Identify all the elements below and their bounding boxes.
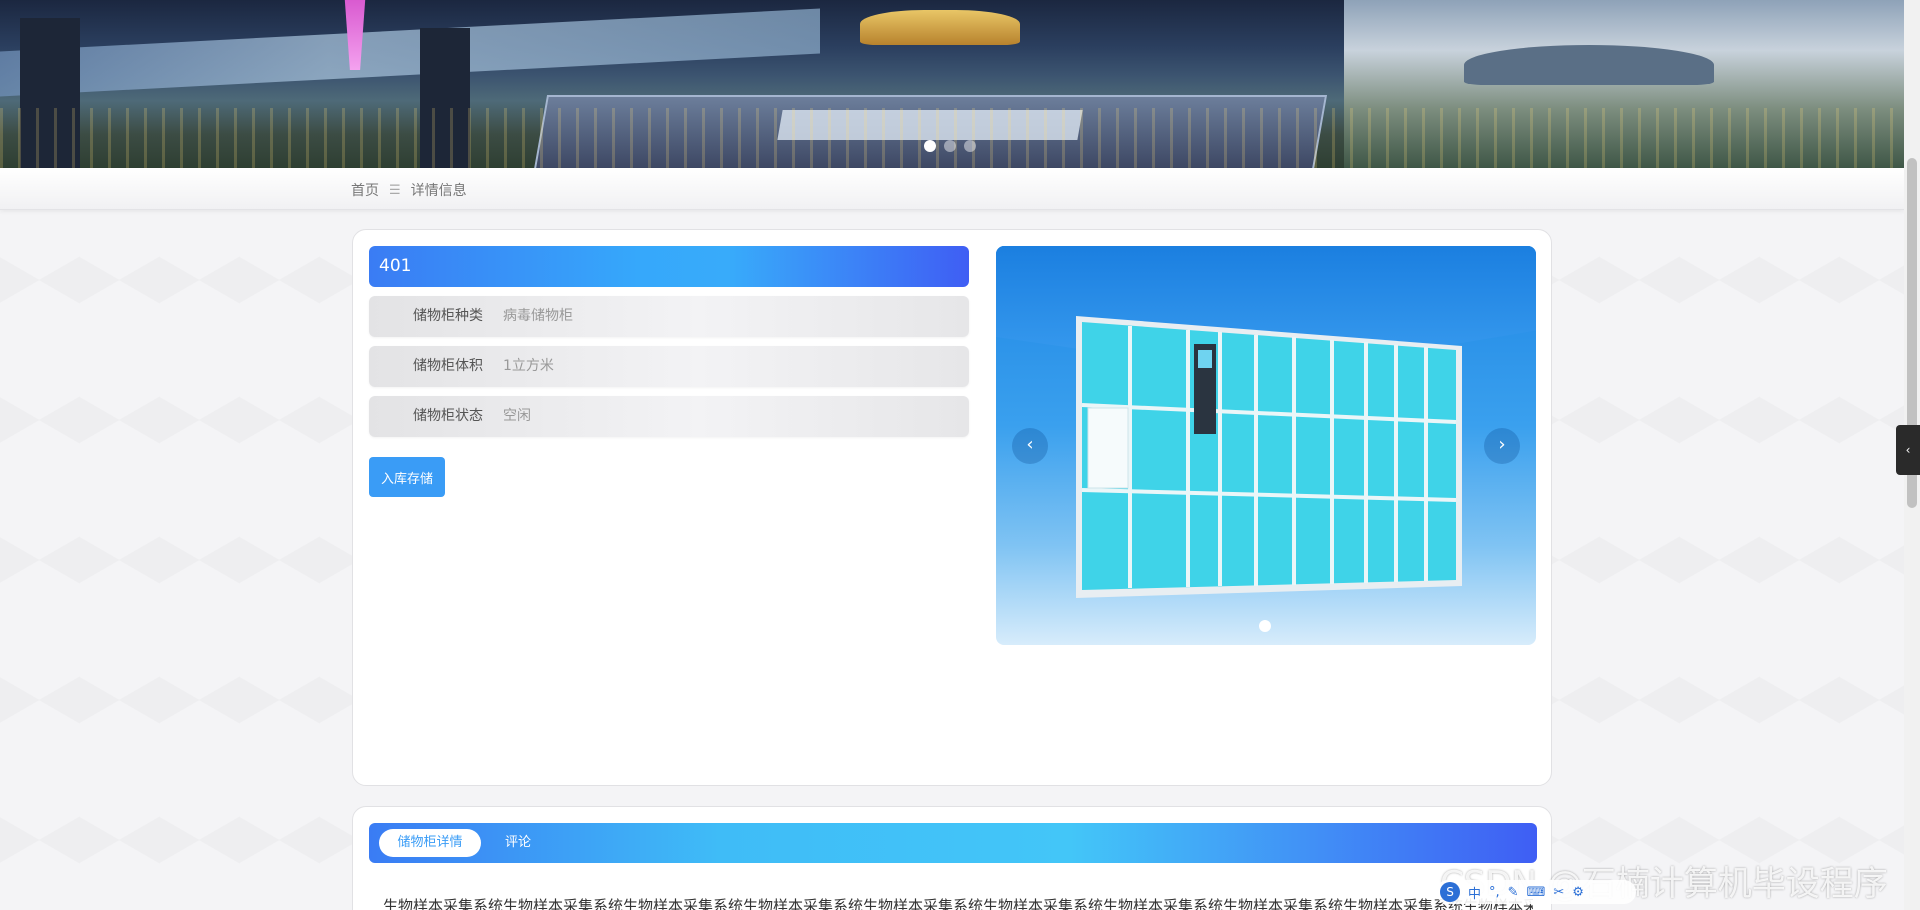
field-locker-volume: 储物柜体积 1立方米 bbox=[369, 346, 969, 387]
tabs-card: 储物柜详情 评论 生物样本采集系统生物样本采集系统生物样本采集系统生物样本采集系… bbox=[352, 806, 1552, 910]
tab-locker-details[interactable]: 储物柜详情 bbox=[379, 829, 481, 857]
carousel-dot-1[interactable] bbox=[1259, 620, 1271, 632]
detail-card: 401 储物柜种类 病毒储物柜 储物柜体积 1立方米 储物柜状态 空闲 入库存储 bbox=[352, 229, 1552, 786]
locker-illustration bbox=[1076, 316, 1462, 598]
ime-toolbar[interactable]: S 中 °, ✎ ⌨ ✂ ⚙ bbox=[1436, 880, 1636, 904]
banner-river-image bbox=[0, 8, 820, 97]
ime-keyboard-icon[interactable]: ⌨ bbox=[1527, 885, 1546, 900]
hero-banner bbox=[0, 0, 1904, 168]
banner-dot-2[interactable] bbox=[944, 140, 956, 152]
image-carousel: ‹ › bbox=[996, 246, 1536, 645]
ime-logo-icon[interactable]: S bbox=[1440, 882, 1460, 902]
carousel-prev-icon[interactable]: ‹ bbox=[1012, 428, 1048, 464]
breadcrumb-bar: 首页 ☰ 详情信息 bbox=[0, 168, 1904, 210]
banner-dot-3[interactable] bbox=[964, 140, 976, 152]
carousel-next-icon[interactable]: › bbox=[1484, 428, 1520, 464]
locker-image bbox=[1070, 310, 1468, 598]
ime-skin-icon[interactable]: ✂ bbox=[1553, 885, 1564, 900]
side-panel-toggle-icon[interactable]: ‹ bbox=[1896, 425, 1920, 475]
ime-pen-icon[interactable]: ✎ bbox=[1508, 885, 1519, 900]
locker-title: 401 bbox=[369, 246, 969, 287]
tab-comments[interactable]: 评论 bbox=[505, 829, 531, 857]
ime-settings-icon[interactable]: ⚙ bbox=[1572, 885, 1584, 900]
field-value: 空闲 bbox=[503, 408, 531, 424]
field-locker-status: 储物柜状态 空闲 bbox=[369, 396, 969, 437]
banner-pagination bbox=[924, 140, 976, 152]
breadcrumb-separator-icon: ☰ bbox=[389, 182, 401, 198]
field-label: 储物柜种类 bbox=[413, 308, 483, 324]
field-label: 储物柜状态 bbox=[413, 408, 483, 424]
tab-bar: 储物柜详情 评论 bbox=[369, 823, 1537, 863]
ime-punctuation-icon[interactable]: °, bbox=[1489, 885, 1500, 900]
locker-description: 生物样本采集系统生物样本采集系统生物样本采集系统生物样本采集系统生物样本采集系统… bbox=[383, 897, 1533, 910]
breadcrumb: 首页 ☰ 详情信息 bbox=[351, 180, 467, 200]
ime-mode[interactable]: 中 bbox=[1468, 883, 1481, 902]
field-value: 1立方米 bbox=[503, 358, 554, 374]
banner-city-lights bbox=[0, 108, 1904, 168]
store-button[interactable]: 入库存储 bbox=[369, 457, 445, 497]
banner-dot-1[interactable] bbox=[924, 140, 936, 152]
breadcrumb-home-link[interactable]: 首页 bbox=[351, 180, 379, 200]
banner-arena-image bbox=[860, 10, 1020, 45]
field-locker-type: 储物柜种类 病毒储物柜 bbox=[369, 296, 969, 337]
field-value: 病毒储物柜 bbox=[503, 308, 573, 324]
field-label: 储物柜体积 bbox=[413, 358, 483, 374]
breadcrumb-current: 详情信息 bbox=[410, 183, 467, 199]
